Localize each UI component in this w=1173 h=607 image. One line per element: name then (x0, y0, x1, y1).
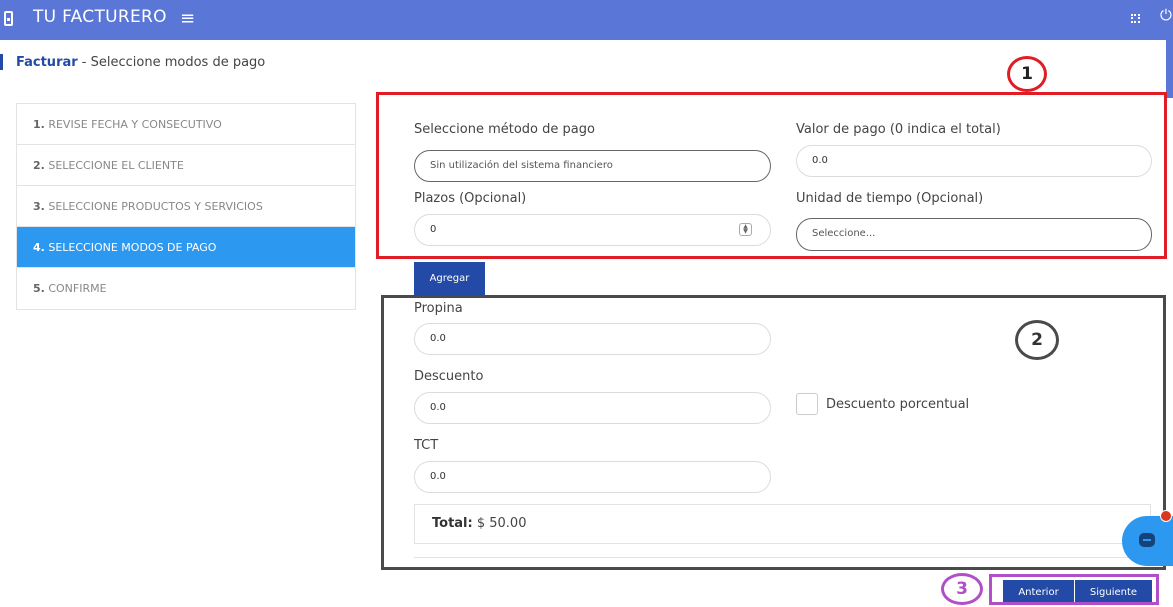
step-label: SELECCIONE PRODUCTOS Y SERVICIOS (48, 200, 263, 213)
step-number: 5. (33, 282, 45, 295)
annotation-marker-2: 2 (1015, 320, 1059, 360)
step-number: 4. (33, 241, 45, 254)
app-title: TU FACTURERO (33, 7, 167, 27)
power-icon[interactable]: ⏻ (1160, 6, 1172, 24)
breadcrumb: Facturar - Seleccione modos de pago (16, 55, 265, 70)
annotation-box-3 (989, 574, 1159, 605)
step-number: 2. (33, 159, 45, 172)
step-number: 3. (33, 200, 45, 213)
notification-badge (1160, 510, 1172, 522)
breadcrumb-sub: Seleccione modos de pago (90, 55, 266, 70)
breadcrumb-separator: - (77, 55, 91, 70)
chat-button[interactable] (1122, 516, 1173, 566)
breadcrumb-marker (0, 54, 3, 70)
top-bar: TU FACTURERO ≡ ⏻ (0, 0, 1173, 40)
step-label: SELECCIONE MODOS DE PAGO (48, 241, 217, 254)
annotation-box-1 (376, 92, 1167, 259)
step-label: SELECCIONE EL CLIENTE (48, 159, 184, 172)
fullscreen-icon[interactable] (1131, 14, 1140, 23)
step-select-client[interactable]: 2. SELECCIONE EL CLIENTE (17, 145, 355, 186)
step-select-products[interactable]: 3. SELECCIONE PRODUCTOS Y SERVICIOS (17, 186, 355, 227)
step-confirm[interactable]: 5. CONFIRME (17, 268, 355, 309)
step-number: 1. (33, 118, 45, 131)
wizard-steps: 1. REVISE FECHA Y CONSECUTIVO 2. SELECCI… (16, 103, 356, 310)
step-select-payment[interactable]: 4. SELECCIONE MODOS DE PAGO (17, 227, 355, 268)
step-revise-date[interactable]: 1. REVISE FECHA Y CONSECUTIVO (17, 104, 355, 145)
annotation-marker-1: 1 (1007, 56, 1047, 92)
receipt-icon (4, 11, 13, 26)
chat-icon (1139, 533, 1155, 547)
scrollbar[interactable] (1166, 40, 1173, 98)
breadcrumb-main[interactable]: Facturar (16, 55, 78, 70)
annotation-marker-3: 3 (941, 573, 983, 605)
step-label: CONFIRME (48, 282, 107, 295)
step-label: REVISE FECHA Y CONSECUTIVO (48, 118, 222, 131)
add-payment-button[interactable]: Agregar (414, 262, 485, 295)
hamburger-icon[interactable]: ≡ (180, 8, 195, 29)
